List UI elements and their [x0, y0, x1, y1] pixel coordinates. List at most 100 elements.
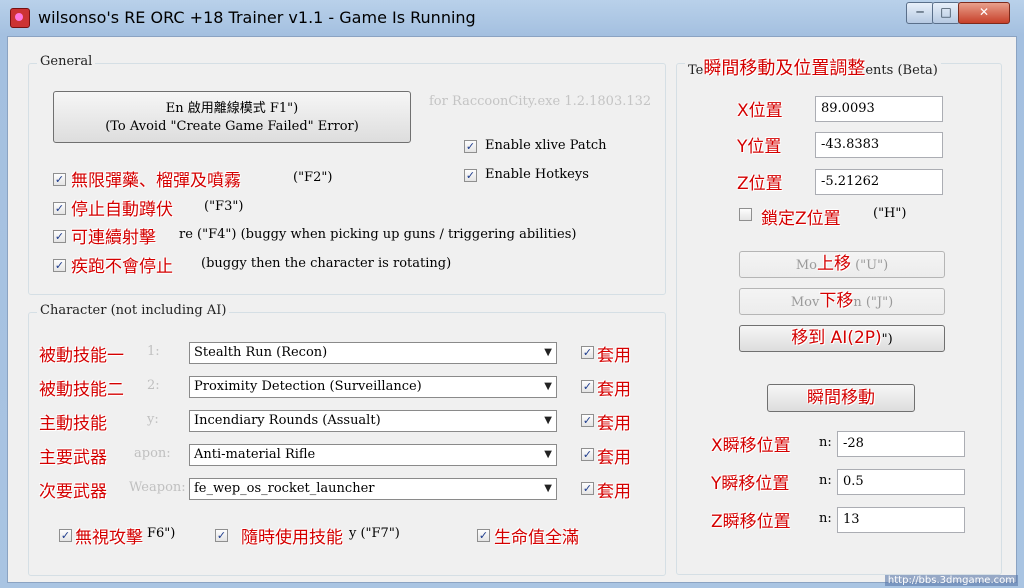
general-group: General En 啟用離線模式 F1") (To Avoid "Create… [28, 54, 666, 295]
tp-x-ghost: n: [819, 435, 832, 450]
move-to-ai-button[interactable]: 移到 AI(2P)") [739, 325, 945, 352]
teleport-button[interactable]: 瞬間移動 [767, 384, 915, 412]
active-skill-red: 主動技能 [39, 414, 107, 434]
enable-button-line2: (To Avoid "Create Game Failed" Error) [105, 119, 359, 134]
minimize-button[interactable]: ─ [906, 2, 934, 24]
use-skill-anytime-rest: y ("F7") [349, 526, 400, 541]
option-rest-1: ("F2") [293, 170, 333, 185]
active-skill-apply-label: 套用 [597, 414, 631, 434]
skill1-select[interactable]: Stealth Run (Recon) ▼ [189, 342, 557, 364]
tp-x-field[interactable]: -28 [837, 431, 965, 457]
maximize-button[interactable]: □ [932, 2, 960, 24]
tp-z-ghost: n: [819, 511, 832, 526]
use-skill-anytime-red: 隨時使用技能 [241, 528, 343, 548]
tp-y-ghost: n: [819, 473, 832, 488]
skill2-apply-label: 套用 [597, 380, 631, 400]
secondary-weapon-ghost: Weapon: [129, 480, 186, 495]
skill2-apply-checkbox[interactable]: ✓ [581, 380, 594, 393]
secondary-weapon-select[interactable]: fe_wep_os_rocket_launcher ▼ [189, 478, 557, 500]
enable-offline-button[interactable]: En 啟用離線模式 F1") (To Avoid "Create Game Fa… [53, 91, 411, 143]
move-up-ghost: Mo [795, 258, 817, 273]
z-pos-field[interactable]: -5.21262 [815, 169, 943, 195]
move-down-ghost: Mov [790, 295, 820, 310]
move-up-button[interactable]: Mo上移 ("U") [739, 251, 945, 278]
close-button[interactable]: ✕ [958, 2, 1010, 24]
chevron-down-icon: ▼ [544, 449, 552, 460]
move-up-red: 上移 [816, 254, 851, 274]
primary-weapon-apply-label: 套用 [597, 448, 631, 468]
option-red-2: 停止自動蹲伏 [71, 200, 173, 220]
chevron-down-icon: ▼ [544, 381, 552, 392]
tp-y-label: Y瞬移位置 [711, 474, 790, 494]
option-rest-4: (buggy then the character is rotating) [201, 256, 452, 271]
z-pos-label: Z位置 [737, 174, 783, 194]
chevron-down-icon: ▼ [544, 483, 552, 494]
primary-weapon-select[interactable]: Anti-material Rifle ▼ [189, 444, 557, 466]
active-skill-ghost: y: [147, 412, 159, 427]
skill1-apply-label: 套用 [597, 346, 631, 366]
tp-y-field[interactable]: 0.5 [837, 469, 965, 495]
xlive-patch-label: Enable xlive Patch [485, 138, 607, 153]
tp-z-label: Z瞬移位置 [711, 512, 791, 532]
teleport-button-label: 瞬間移動 [807, 388, 875, 408]
active-skill-apply-checkbox[interactable]: ✓ [581, 414, 594, 427]
ignore-attack-red: 無視攻擊 [75, 528, 143, 548]
option-red-1: 無限彈藥、榴彈及噴霧 [71, 171, 241, 191]
move-to-ai-rest: ") [881, 332, 893, 347]
active-skill-value: Incendiary Rounds (Assualt) [194, 413, 381, 428]
skill1-apply-checkbox[interactable]: ✓ [581, 346, 594, 359]
skill2-ghost: 2: [147, 378, 160, 393]
option-checkbox-4[interactable]: ✓ [53, 259, 66, 272]
chevron-down-icon: ▼ [544, 347, 552, 358]
move-down-red: 下移 [819, 291, 854, 311]
character-group: Character (not including AI) 被動技能一 1: St… [28, 303, 666, 576]
enable-button-line1: En 啟用離線模式 F1") [165, 101, 299, 116]
teleport-group: Te瞬間移動及位置調整ents (Beta) X位置 89.0093 Y位置 -… [676, 54, 1002, 575]
option-checkbox-3[interactable]: ✓ [53, 230, 66, 243]
move-down-button[interactable]: Mov下移n ("J") [739, 288, 945, 315]
option-checkbox-1[interactable]: ✓ [53, 173, 66, 186]
option-checkbox-2[interactable]: ✓ [53, 202, 66, 215]
move-up-rest: ("U") [855, 258, 889, 273]
primary-weapon-apply-checkbox[interactable]: ✓ [581, 448, 594, 461]
watermark: http://bbs.3dmgame.com [884, 575, 1018, 586]
skill2-red: 被動技能二 [39, 380, 124, 400]
teleport-title-left: Te [688, 63, 704, 78]
skill1-ghost: 1: [147, 344, 160, 359]
chevron-down-icon: ▼ [544, 415, 552, 426]
use-skill-anytime-checkbox[interactable]: ✓ [215, 529, 228, 542]
skill2-value: Proximity Detection (Surveillance) [194, 379, 422, 394]
secondary-weapon-value: fe_wep_os_rocket_launcher [194, 481, 375, 496]
move-to-ai-red: 移到 AI(2P) [791, 328, 882, 348]
y-pos-field[interactable]: -43.8383 [815, 132, 943, 158]
client-area: General En 啟用離線模式 F1") (To Avoid "Create… [7, 36, 1017, 583]
skill1-value: Stealth Run (Recon) [194, 345, 328, 360]
trainer-window: wilsonso's RE ORC +18 Trainer v1.1 - Gam… [0, 0, 1024, 588]
x-pos-field[interactable]: 89.0093 [815, 96, 943, 122]
full-health-checkbox[interactable]: ✓ [477, 529, 490, 542]
ignore-attack-checkbox[interactable]: ✓ [59, 529, 72, 542]
teleport-title-right: ents (Beta) [865, 63, 938, 78]
character-title: Character (not including AI) [37, 303, 230, 318]
primary-weapon-ghost: apon: [134, 446, 171, 461]
teleport-title: Te瞬間移動及位置調整ents (Beta) [685, 54, 941, 80]
window-title: wilsonso's RE ORC +18 Trainer v1.1 - Gam… [38, 8, 476, 27]
tp-z-field[interactable]: 13 [837, 507, 965, 533]
secondary-weapon-apply-checkbox[interactable]: ✓ [581, 482, 594, 495]
full-health-red: 生命值全滿 [494, 528, 579, 548]
app-icon [10, 8, 30, 28]
general-title: General [37, 54, 96, 69]
lock-z-checkbox[interactable] [739, 208, 752, 221]
ignore-attack-rest: F6") [147, 526, 176, 541]
move-down-rest: n ("J") [853, 295, 894, 310]
teleport-title-red: 瞬間移動及位置調整 [703, 58, 866, 79]
xlive-patch-checkbox[interactable]: ✓ [464, 140, 477, 153]
lock-z-red: 鎖定Z位置 [761, 209, 841, 229]
primary-weapon-red: 主要武器 [39, 448, 107, 468]
active-skill-select[interactable]: Incendiary Rounds (Assualt) ▼ [189, 410, 557, 432]
tp-x-label: X瞬移位置 [711, 436, 791, 456]
primary-weapon-value: Anti-material Rifle [194, 447, 316, 462]
skill2-select[interactable]: Proximity Detection (Surveillance) ▼ [189, 376, 557, 398]
hotkeys-checkbox[interactable]: ✓ [464, 169, 477, 182]
title-bar[interactable]: wilsonso's RE ORC +18 Trainer v1.1 - Gam… [0, 0, 1024, 36]
